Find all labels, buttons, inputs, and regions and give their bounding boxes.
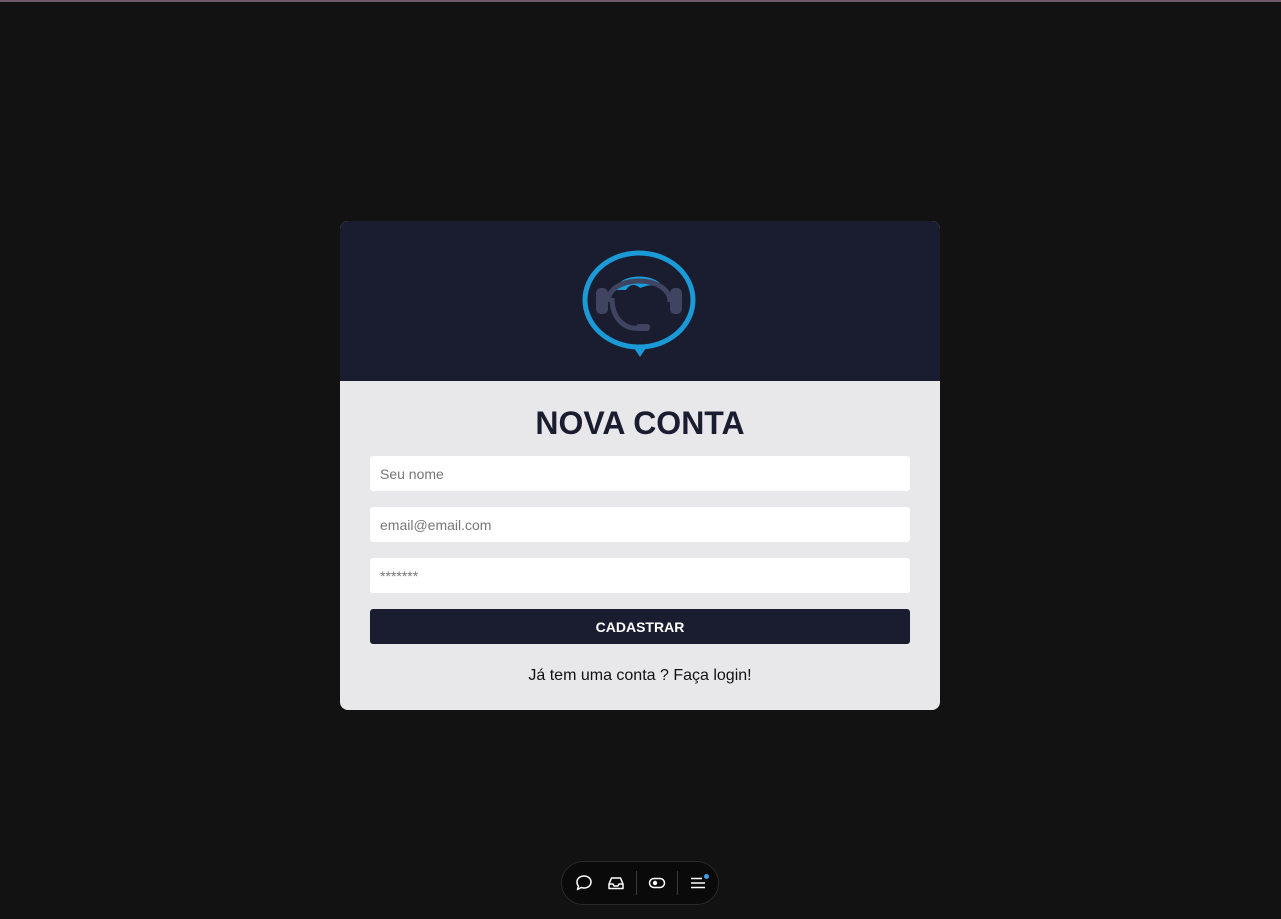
floating-toolbar [561,861,719,905]
toolbar-divider [636,871,637,895]
headset-chat-bubble-icon [582,250,696,357]
window-top-border [0,0,1281,2]
inbox-icon [608,877,624,890]
name-input[interactable] [370,456,910,491]
page-title: NOVA CONTA [535,405,745,441]
chat-button[interactable] [572,871,596,895]
login-link[interactable]: Já tem uma conta ? Faça login! [370,667,910,685]
card-header [340,221,940,381]
toggle-button[interactable] [645,871,669,895]
notification-dot [704,874,709,879]
password-input[interactable] [370,558,910,593]
toggle-icon [648,877,666,889]
email-input[interactable] [370,507,910,542]
toolbar-divider [677,871,678,895]
menu-button[interactable] [686,871,710,895]
inbox-button[interactable] [604,871,628,895]
register-button[interactable]: CADASTRAR [370,609,910,644]
card-body: NOVA CONTA CADASTRAR Já tem uma conta ? … [340,381,940,685]
signup-card: NOVA CONTA CADASTRAR Já tem uma conta ? … [340,221,940,710]
chat-bubble-icon [576,875,592,891]
